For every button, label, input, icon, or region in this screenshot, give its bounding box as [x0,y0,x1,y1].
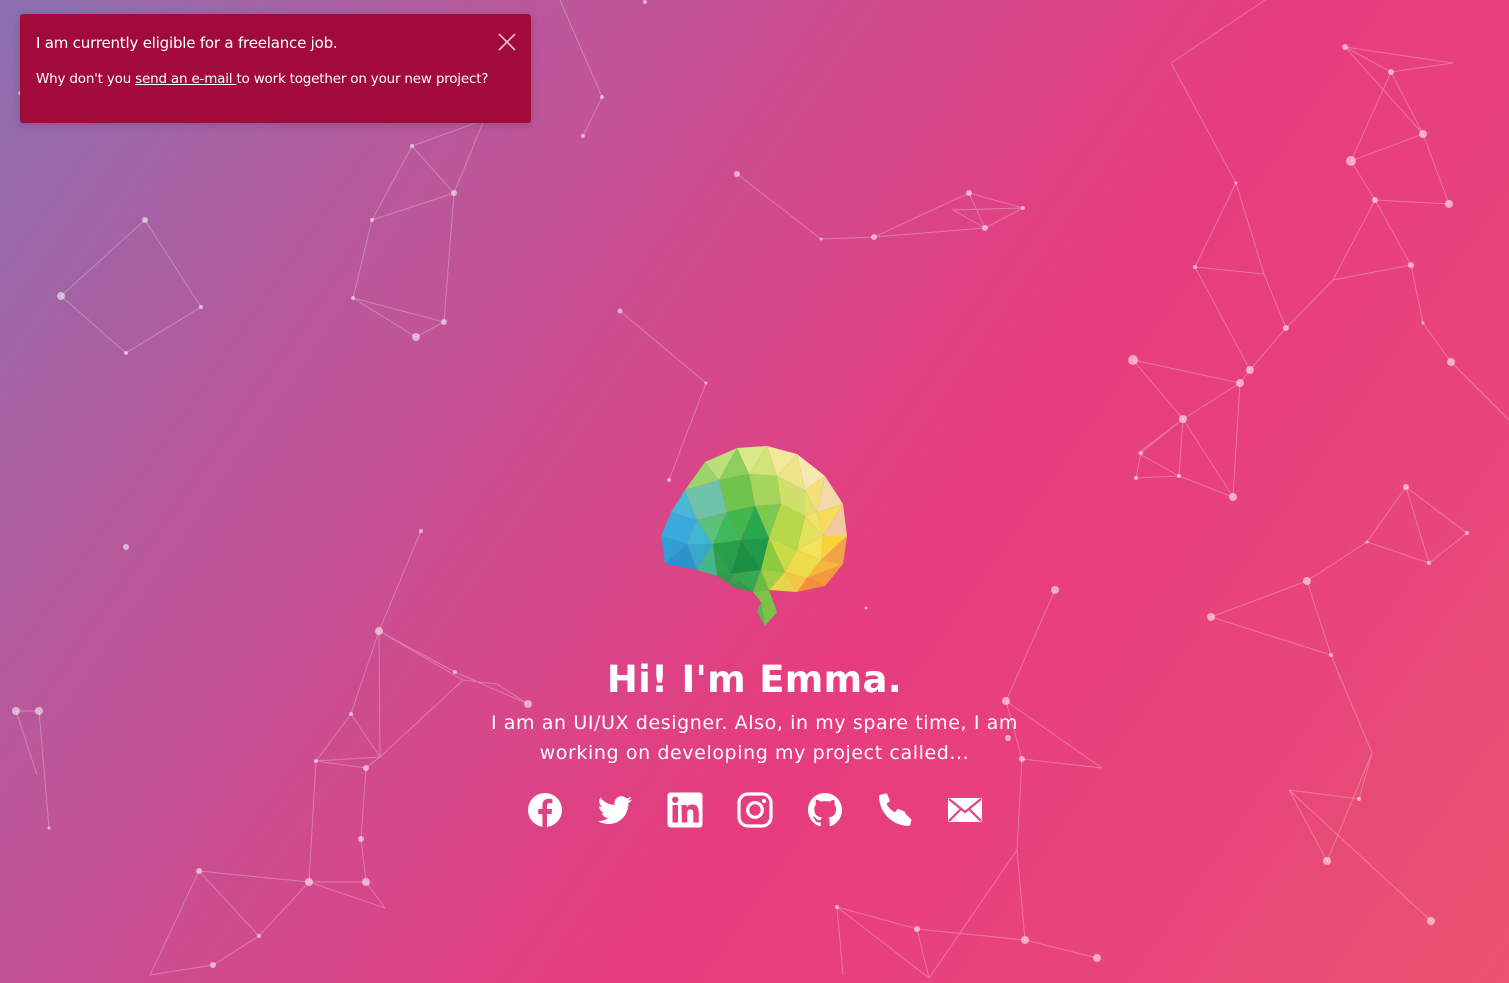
freelance-notification: I am currently eligible for a freelance … [20,14,531,123]
hero-title: Hi! I'm Emma. [606,658,903,701]
hero-section: Hi! I'm Emma. I am an UI/UX designer. Al… [0,440,1509,828]
twitter-icon[interactable] [597,792,633,828]
send-email-link[interactable]: send an e-mail [135,71,236,87]
brain-icon [660,446,847,626]
notification-body-prefix: Why don't you [36,71,136,87]
linkedin-icon[interactable] [667,792,703,828]
instagram-icon[interactable] [736,792,773,828]
notification-body-suffix: to work together on your new project? [236,71,489,87]
facebook-icon[interactable] [527,792,563,828]
hero-subtitle: I am an UI/UX designer. Also, in my spar… [490,712,1019,764]
github-icon[interactable] [807,792,843,828]
mail-icon[interactable] [947,792,983,828]
notification-body: Why don't you send an e-mail to work tog… [36,71,515,87]
social-links [0,792,1509,828]
phone-icon[interactable] [877,792,913,828]
notification-title: I am currently eligible for a freelance … [36,34,338,52]
close-icon[interactable] [497,32,517,52]
